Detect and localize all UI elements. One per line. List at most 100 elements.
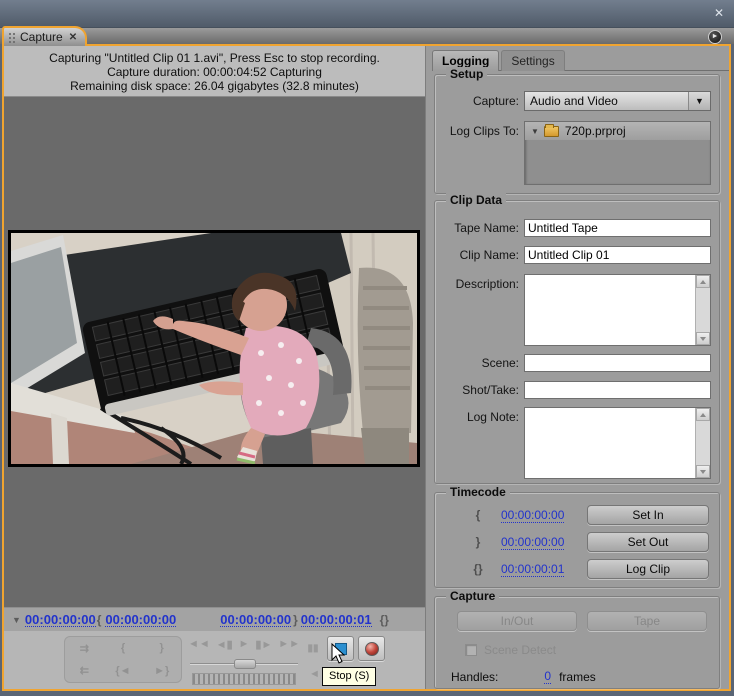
video-area (4, 97, 425, 607)
description-field[interactable] (524, 274, 711, 346)
tree-item-project[interactable]: ▼ 720p.prproj (525, 122, 710, 140)
grip-icon (8, 32, 16, 44)
window-close-icon[interactable]: ✕ (714, 6, 724, 20)
record-icon (365, 642, 379, 656)
stop-tooltip: Stop (S) (322, 667, 377, 686)
duration-icon: {} (473, 562, 483, 576)
log-clips-tree: ▼ 720p.prproj (524, 121, 711, 185)
panel-tabstrip (0, 27, 734, 44)
rewind-button[interactable]: ◄◄ (188, 638, 210, 651)
description-scrollbar[interactable] (695, 275, 710, 345)
capture-panel: Capturing "Untitled Clip 01 1.avi", Pres… (2, 44, 731, 691)
out-timecode-link[interactable]: 00:00:00:00 (501, 535, 587, 550)
jog-wheel[interactable] (192, 673, 296, 685)
timecode-group: Timecode { 00:00:00:00 Set In } 00:00:00… (434, 485, 720, 588)
step-forward-button[interactable]: ▮► (255, 638, 272, 651)
timecode-group-title: Timecode (446, 485, 510, 499)
duration-icon: {} (379, 612, 389, 627)
slow-reverse-button[interactable]: ◄ (309, 668, 320, 680)
set-out-button[interactable]: } (142, 637, 181, 660)
capture-group: Capture In/Out Tape Scene Detect Handles… (434, 589, 720, 689)
goto-out-button[interactable]: ►} (142, 660, 181, 683)
scene-detect-checkbox[interactable] (465, 644, 477, 656)
clip-data-group-title: Clip Data (446, 193, 507, 207)
status-line-1: Capturing "Untitled Clip 01 1.avi", Pres… (49, 51, 380, 65)
in-timecode-link[interactable]: 00:00:00:00 (501, 508, 587, 523)
handles-value-link[interactable]: 0 (544, 669, 552, 684)
video-preview (8, 230, 420, 467)
tab-close-icon[interactable]: ✕ (69, 32, 77, 43)
duration-timecode-link[interactable]: 00:00:00:01 (501, 562, 587, 577)
scene-field[interactable] (524, 354, 711, 372)
edit-button-group: ⇉ { } ⇇ {◄ ►} (64, 636, 182, 683)
goto-in-button[interactable]: {◄ (104, 660, 143, 683)
clip-name-field[interactable] (524, 246, 711, 264)
tape-name-field[interactable] (524, 219, 711, 237)
in-point-icon: { (475, 508, 481, 522)
shot-take-label: Shot/Take: (462, 383, 519, 397)
capture-mode-value: Audio and Video (530, 94, 618, 108)
tab-settings[interactable]: Settings (501, 50, 565, 71)
capture-window: ✕ Capture ✕ ► Capturing "Untitled Clip 0… (0, 0, 734, 696)
set-in-button[interactable]: Set In (587, 505, 709, 525)
setup-group: Setup Capture: Audio and Video ▼ Log Cli… (434, 67, 720, 194)
log-note-field[interactable] (524, 407, 711, 479)
scroll-up-icon[interactable] (696, 275, 710, 288)
log-clips-label: Log Clips To: (449, 124, 519, 138)
tab-capture-label: Capture (20, 30, 63, 44)
status-line-3: Remaining disk space: 26.04 gigabytes (3… (70, 79, 359, 93)
out-timecode-link[interactable]: 00:00:00:00 (220, 613, 292, 627)
transport-controls: ⇉ { } ⇇ {◄ ►} ◄◄ ◄▮ ► ▮► ►► ▮▮ ◄ Stop (S… (4, 631, 425, 689)
record-button[interactable] (358, 636, 385, 661)
video-image (11, 233, 417, 464)
in-timecode-link[interactable]: 00:00:00:00 (105, 613, 177, 627)
timecode-bar: ▼ 00:00:00:00 { 00:00:00:00 00:00:00:00 … (4, 607, 425, 631)
play-button[interactable]: ► (239, 638, 250, 651)
setup-group-title: Setup (446, 67, 488, 81)
tree-disclosure-icon[interactable]: ▼ (531, 127, 539, 136)
capture-status: Capturing "Untitled Clip 01 1.avi", Pres… (4, 46, 425, 97)
window-titlebar: ✕ (0, 0, 734, 27)
tape-name-label: Tape Name: (454, 221, 519, 235)
set-out-button[interactable]: Set Out (587, 532, 709, 552)
duration-timecode-link[interactable]: 00:00:00:01 (300, 613, 372, 627)
out-point-icon: } (293, 612, 298, 627)
preview-pane: Capturing "Untitled Clip 01 1.avi", Pres… (4, 46, 425, 689)
current-timecode-link[interactable]: 00:00:00:00 (24, 613, 96, 627)
scene-detect-label: Scene Detect (484, 643, 557, 657)
chevron-down-icon[interactable]: ▼ (688, 92, 710, 110)
fast-forward-button[interactable]: ►► (278, 638, 300, 651)
tree-item-label: 720p.prproj (564, 124, 626, 138)
log-note-scrollbar[interactable] (695, 408, 710, 478)
capture-mode-dropdown[interactable]: Audio and Video ▼ (524, 91, 711, 111)
pause-button[interactable]: ▮▮ (303, 638, 323, 660)
logging-pane: Logging Settings Setup Capture: Audio an… (425, 46, 729, 689)
clip-data-group: Clip Data Tape Name: Clip Name: Descript… (434, 193, 720, 484)
expander-icon[interactable]: ▼ (12, 615, 21, 625)
capture-group-title: Capture (446, 589, 500, 603)
scroll-down-icon[interactable] (696, 465, 710, 478)
next-scene-button[interactable]: ⇉ (65, 637, 104, 660)
step-back-button[interactable]: ◄▮ (216, 638, 233, 651)
previous-scene-button[interactable]: ⇇ (65, 660, 104, 683)
shuttle-thumb[interactable] (234, 659, 256, 669)
scene-label: Scene: (481, 356, 519, 370)
out-point-icon: } (475, 535, 481, 549)
description-label: Description: (455, 277, 519, 291)
scroll-down-icon[interactable] (696, 332, 710, 345)
panel-menu-button[interactable]: ► (708, 30, 722, 44)
scroll-up-icon[interactable] (696, 408, 710, 421)
handles-frames-label: frames (559, 669, 596, 684)
capture-tape-button[interactable]: Tape (587, 611, 707, 631)
mouse-cursor (331, 643, 346, 664)
set-in-button[interactable]: { (104, 637, 143, 660)
playback-button-row: ◄◄ ◄▮ ► ▮► ►► (188, 638, 300, 651)
shuttle-slider[interactable] (190, 659, 298, 669)
status-line-2: Capture duration: 00:00:04:52 Capturing (107, 65, 322, 79)
capture-in-out-button[interactable]: In/Out (457, 611, 577, 631)
shot-take-field[interactable] (524, 381, 711, 399)
tab-capture[interactable]: Capture ✕ (2, 26, 88, 46)
in-point-icon: { (96, 612, 102, 627)
capture-mode-label: Capture: (472, 94, 519, 108)
log-clip-button[interactable]: Log Clip (587, 559, 709, 579)
